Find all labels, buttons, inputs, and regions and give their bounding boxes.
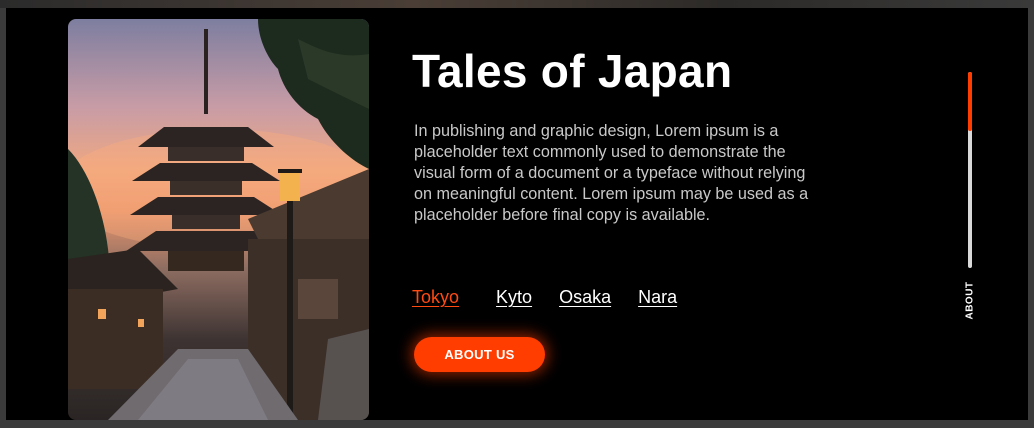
- about-us-button[interactable]: ABOUT US: [414, 337, 545, 372]
- hero-description: In publishing and graphic design, Lorem …: [414, 122, 809, 224]
- city-link-kyto[interactable]: Kyto: [496, 287, 532, 308]
- hero-panel: Tales of Japan In publishing and graphic…: [6, 8, 1028, 420]
- city-link-nara[interactable]: Nara: [638, 287, 677, 308]
- city-link-tokyo[interactable]: Tokyo: [412, 287, 459, 308]
- side-nav-about[interactable]: ABOUT: [960, 280, 980, 320]
- page-title: Tales of Japan: [412, 45, 733, 97]
- side-progress-thumb[interactable]: [968, 72, 972, 131]
- side-nav-about-label: ABOUT: [964, 280, 976, 320]
- page-frame: Tales of Japan In publishing and graphic…: [0, 0, 1034, 428]
- pagoda-photo: [68, 19, 369, 420]
- pagoda-illustration-icon: [68, 19, 369, 420]
- city-tabs: Tokyo Kyto Osaka Nara: [412, 287, 704, 308]
- top-strip: [0, 0, 1034, 8]
- city-link-osaka[interactable]: Osaka: [559, 287, 611, 308]
